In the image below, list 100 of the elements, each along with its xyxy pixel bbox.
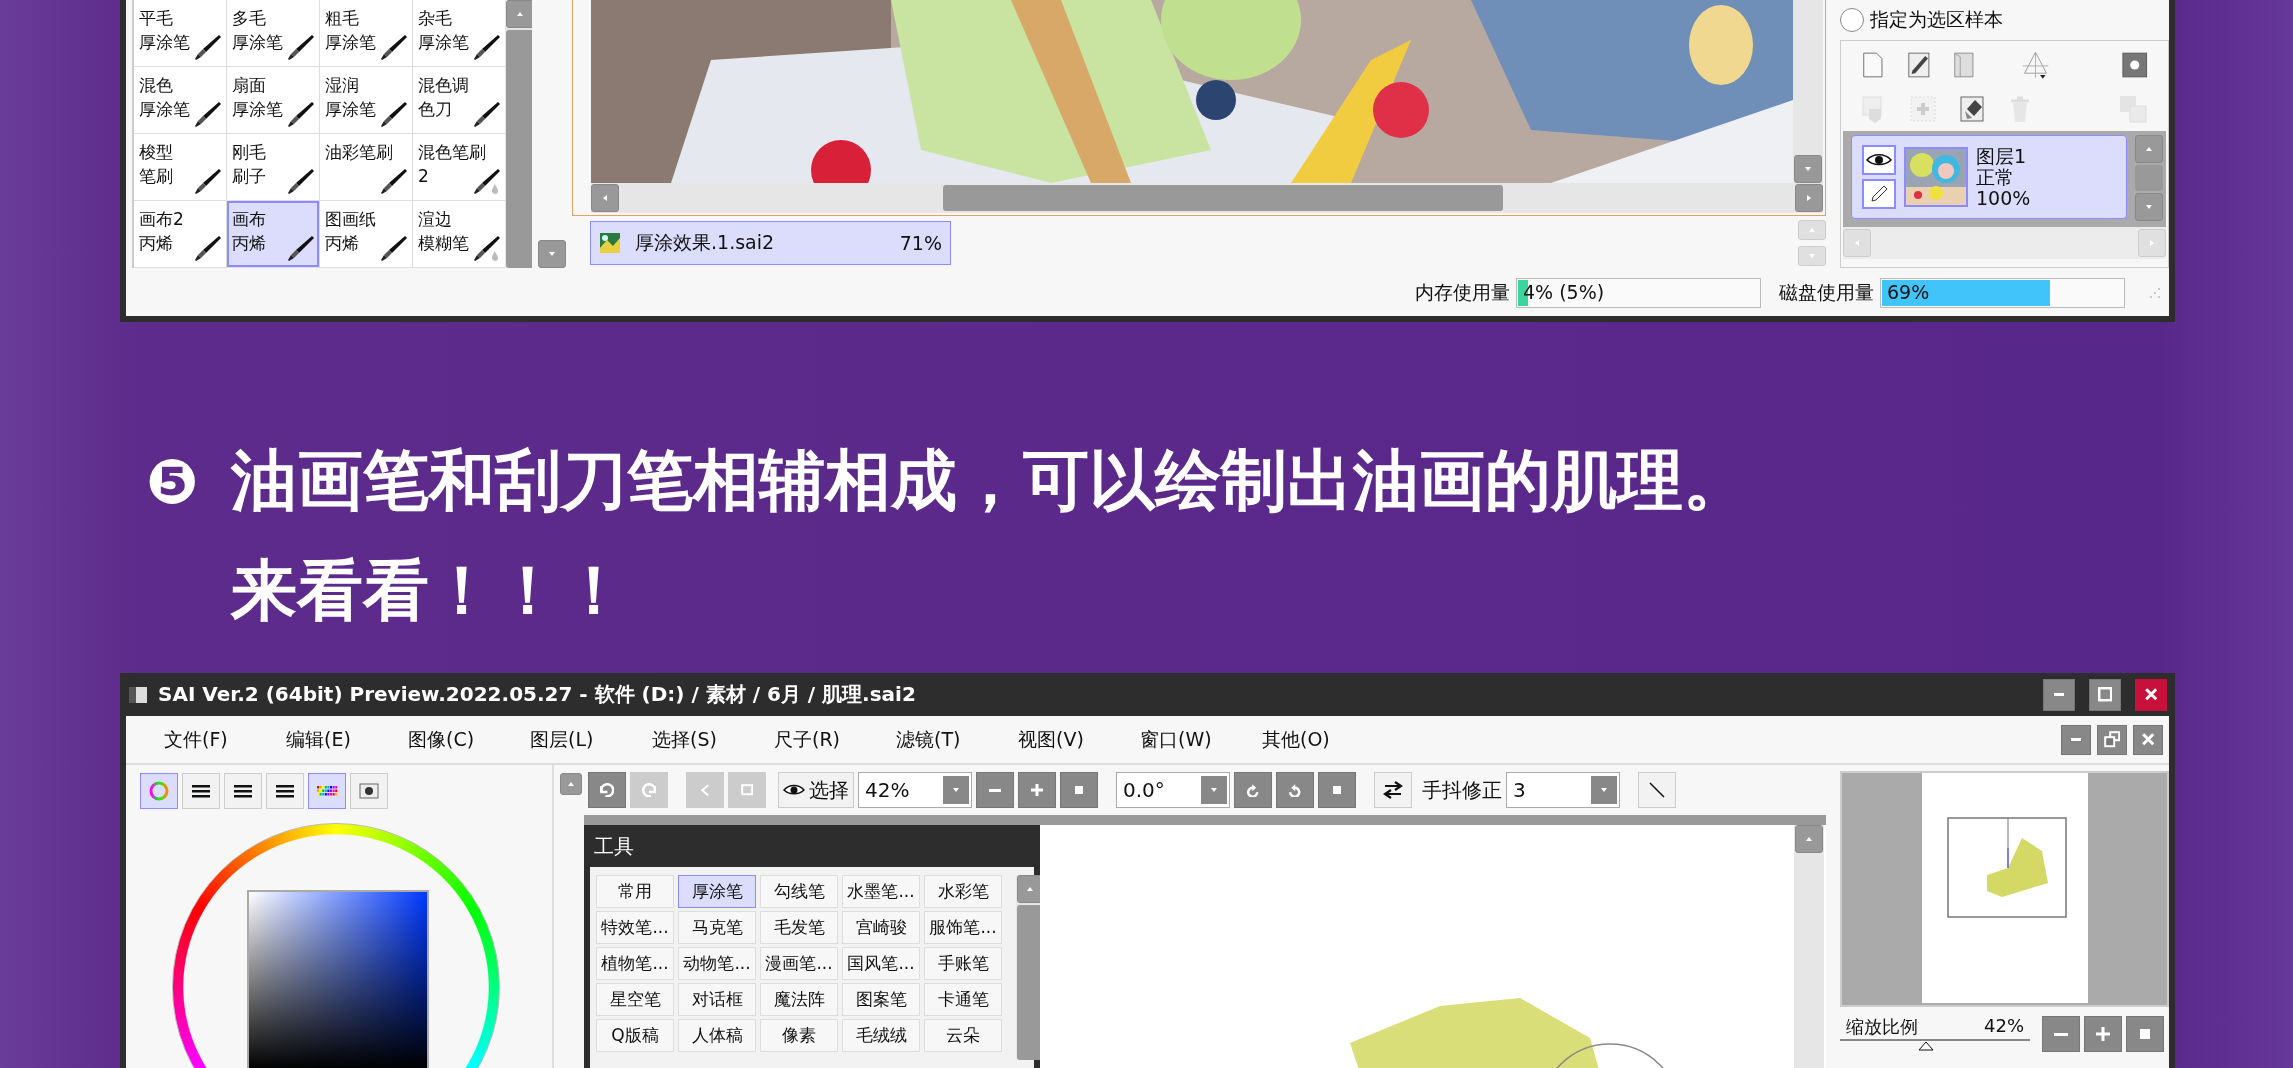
zoom-slider-track[interactable] (1840, 1039, 2030, 1053)
record-icon[interactable] (2122, 51, 2148, 79)
brush-preset[interactable]: 图画纸 丙烯 (320, 201, 412, 267)
tool-set-tab[interactable]: 人体稿 (678, 1019, 756, 1052)
menu-item[interactable]: 视图(V) (1018, 726, 1140, 753)
brush-preset[interactable]: 湿润 厚涂笔 (320, 67, 412, 133)
reset-button[interactable] (1318, 772, 1356, 808)
tool-set-tab[interactable]: 卡通笔 (924, 983, 1002, 1016)
tool-set-tab[interactable]: 星空笔 (596, 983, 674, 1016)
tool-set-tab[interactable]: 像素 (760, 1019, 838, 1052)
restore-button[interactable] (2097, 724, 2127, 755)
tool-set-tab[interactable]: 厚涂笔 (678, 875, 756, 908)
visibility-toggle[interactable] (1862, 145, 1896, 175)
color-mode-button[interactable] (140, 773, 178, 809)
zoom-in-button[interactable] (2084, 1016, 2122, 1052)
tool-set-tab[interactable]: 对话框 (678, 983, 756, 1016)
folder-icon[interactable] (1952, 50, 1977, 80)
tool-set-tab[interactable]: 漫画笔... (760, 947, 838, 980)
color-mode-button[interactable] (266, 773, 304, 809)
tool-set-tab[interactable]: 手账笔 (924, 947, 1002, 980)
radio-button[interactable] (1840, 8, 1864, 32)
tool-set-tab[interactable]: 植物笔... (596, 947, 674, 980)
color-mode-button[interactable] (224, 773, 262, 809)
resize-grip-icon[interactable] (2149, 287, 2161, 299)
brush-preset[interactable]: 杂毛 厚涂笔 (413, 0, 505, 66)
tool-set-tab[interactable]: 宫崎骏 (842, 911, 920, 944)
menu-item[interactable]: 尺子(R) (774, 726, 896, 753)
close-button[interactable] (2135, 678, 2167, 711)
menu-item[interactable]: 其他(O) (1262, 726, 1384, 753)
brush-preset[interactable]: 多毛 厚涂笔 (227, 0, 319, 66)
scroll-down-button[interactable] (538, 240, 566, 268)
color-mode-button[interactable] (350, 773, 388, 809)
new-layer-icon[interactable] (1861, 50, 1885, 80)
zoom-out-button[interactable] (976, 772, 1014, 808)
tool-set-tab[interactable]: 毛发笔 (760, 911, 838, 944)
menu-item[interactable]: 图层(L) (530, 726, 652, 753)
menu-item[interactable]: 滤镜(T) (896, 726, 1018, 753)
brush-preset[interactable]: 渲边 模糊笔 (413, 201, 505, 267)
edit-toggle[interactable] (1862, 179, 1896, 209)
color-mode-button[interactable] (308, 773, 346, 809)
color-square[interactable] (247, 890, 429, 1068)
scrollbar-thumb[interactable] (943, 185, 1503, 211)
menu-item[interactable]: 图像(C) (408, 726, 530, 753)
undo-button[interactable] (588, 772, 626, 808)
scroll-right-button[interactable] (1795, 184, 1823, 212)
stabilizer-dropdown[interactable]: 3 (1506, 772, 1620, 808)
tool-set-tab[interactable]: 云朵 (924, 1019, 1002, 1052)
brush-preset[interactable]: 油彩笔刷 (320, 134, 412, 200)
scroll-up-button[interactable] (1017, 875, 1043, 903)
tool-set-tab[interactable]: 魔法阵 (760, 983, 838, 1016)
layer-item[interactable]: 图层1 正常 100% (1851, 135, 2127, 219)
reset-button[interactable] (1060, 772, 1098, 808)
scroll-down-button[interactable] (1794, 155, 1822, 183)
maximize-button[interactable] (2089, 678, 2121, 711)
brush-preset[interactable]: 刚毛 刷子 (227, 134, 319, 200)
document-tab[interactable]: 厚涂效果.1.sai2 71% (590, 221, 951, 265)
tool-set-tab[interactable]: 动物笔... (678, 947, 756, 980)
color-mode-button[interactable] (182, 773, 220, 809)
zoom-in-button[interactable] (1018, 772, 1056, 808)
tool-set-tab[interactable]: 水彩笔 (924, 875, 1002, 908)
menu-item[interactable]: 编辑(E) (286, 726, 408, 753)
reset-button[interactable] (2126, 1016, 2164, 1052)
menu-item[interactable]: 文件(F) (164, 726, 286, 753)
brush-preset[interactable]: 画布 丙烯 (227, 201, 319, 267)
scrollbar-thumb[interactable] (1017, 905, 1043, 1060)
flip-button[interactable] (1374, 772, 1412, 808)
tool-set-tab[interactable]: 服饰笔... (924, 911, 1002, 944)
scroll-up-button[interactable] (1795, 825, 1823, 853)
brush-preset[interactable]: 扇面 厚涂笔 (227, 67, 319, 133)
rotate-right-button[interactable] (1276, 772, 1314, 808)
scrollbar-thumb[interactable] (506, 30, 532, 268)
line-tool-button[interactable] (1638, 772, 1676, 808)
tool-set-tab[interactable]: 特效笔... (596, 911, 674, 944)
tool-set-tab[interactable]: 常用 (596, 875, 674, 908)
tool-set-tab[interactable]: 国风笔... (842, 947, 920, 980)
brush-preset[interactable]: 梭型 笔刷 (134, 134, 226, 200)
pen-layer-icon[interactable] (1906, 50, 1931, 80)
minimize-button[interactable] (2043, 678, 2075, 711)
slider-thumb-icon[interactable] (1917, 1041, 1934, 1051)
brush-preset[interactable]: 画布2 丙烯 (134, 201, 226, 267)
tool-set-tab[interactable]: 勾线笔 (760, 875, 838, 908)
scroll-left-button[interactable] (591, 184, 619, 212)
scroll-up-button[interactable] (560, 773, 582, 795)
scroll-up-button[interactable] (506, 0, 532, 28)
menu-item[interactable]: 窗口(W) (1140, 726, 1262, 753)
tool-set-tab[interactable]: Q版稿 (596, 1019, 674, 1052)
brush-preset[interactable]: 粗毛 厚涂笔 (320, 0, 412, 66)
rotate-left-button[interactable] (1234, 772, 1272, 808)
eraser-layer-icon[interactable] (1959, 95, 1985, 123)
selection-toggle[interactable]: 选择 (778, 772, 854, 808)
brush-preset[interactable]: 混色笔刷 2 (413, 134, 505, 200)
menu-item[interactable]: 选择(S) (652, 726, 774, 753)
tool-set-tab[interactable]: 毛绒绒 (842, 1019, 920, 1052)
tool-set-tab[interactable]: 水墨笔... (842, 875, 920, 908)
brush-preset[interactable]: 混色调 色刀 (413, 67, 505, 133)
brush-preset[interactable]: 混色 厚涂笔 (134, 67, 226, 133)
zoom-dropdown[interactable]: 42% (858, 772, 972, 808)
brush-preset[interactable]: 平毛 厚涂笔 (134, 0, 226, 66)
tool-set-tab[interactable]: 马克笔 (678, 911, 756, 944)
tool-set-tab[interactable]: 图案笔 (842, 983, 920, 1016)
